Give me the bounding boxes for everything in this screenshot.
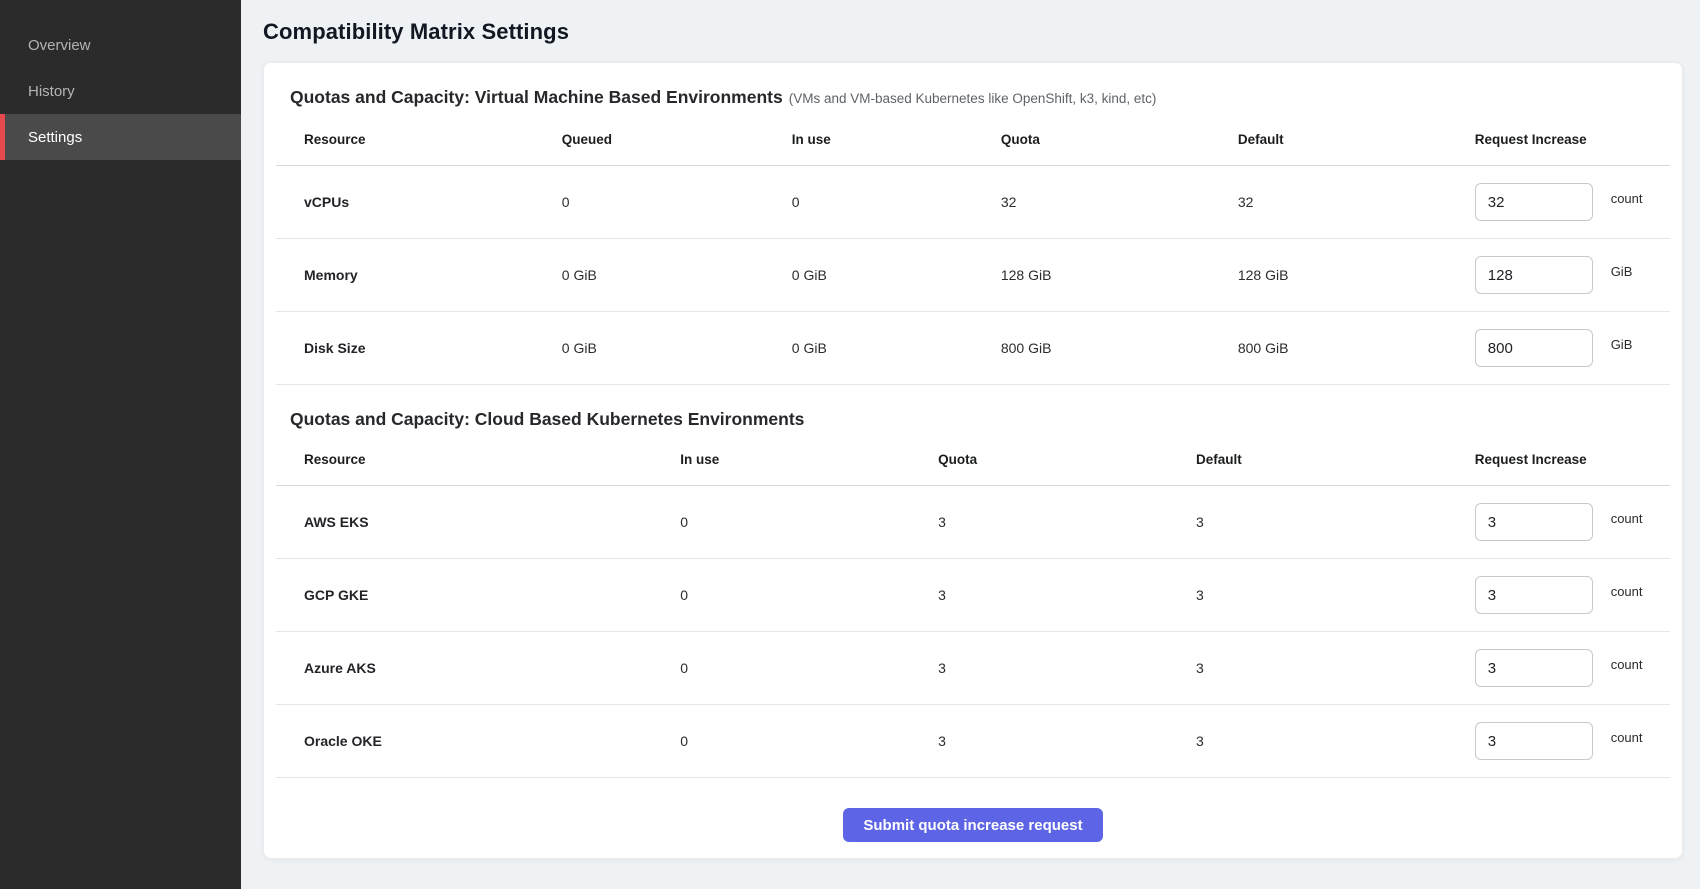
request-increase-input[interactable] [1475,183,1593,221]
unit-label: count [1611,584,1643,599]
column-header-quota: Quota [1001,116,1238,166]
column-header-request-increase: Request Increase [1475,442,1670,486]
in-use-cell: 0 GiB [792,239,1001,312]
request-increase-cell: GiB [1475,312,1670,385]
request-increase-input[interactable] [1475,329,1593,367]
request-increase-input[interactable] [1475,503,1593,541]
in-use-cell: 0 [680,559,938,632]
sidebar-item-label: Settings [28,129,82,146]
vm-section-heading: Quotas and Capacity: Virtual Machine Bas… [290,87,783,107]
resource-cell: vCPUs [276,166,562,239]
quota-cell: 128 GiB [1001,239,1238,312]
unit-label: GiB [1611,264,1633,279]
table-row-gcp-gke: GCP GKE 0 3 3 count [276,559,1670,632]
default-cell: 3 [1196,705,1475,778]
sidebar-item-overview[interactable]: Overview [0,22,241,68]
table-row-aws-eks: AWS EKS 0 3 3 count [276,486,1670,559]
resource-cell: Memory [276,239,562,312]
request-increase-cell: count [1475,632,1670,705]
in-use-cell: 0 [680,486,938,559]
resource-cell: Azure AKS [276,632,680,705]
column-header-default: Default [1238,116,1475,166]
main-content: Compatibility Matrix Settings Quotas and… [241,0,1700,889]
column-header-quota: Quota [938,442,1196,486]
unit-label: count [1611,730,1643,745]
table-row-memory: Memory 0 GiB 0 GiB 128 GiB 128 GiB GiB [276,239,1670,312]
settings-card: Quotas and Capacity: Virtual Machine Bas… [263,62,1683,859]
table-row-disk-size: Disk Size 0 GiB 0 GiB 800 GiB 800 GiB Gi… [276,312,1670,385]
default-cell: 3 [1196,559,1475,632]
column-header-default: Default [1196,442,1475,486]
request-increase-cell: count [1475,705,1670,778]
column-header-in-use: In use [792,116,1001,166]
column-header-queued: Queued [562,116,792,166]
default-cell: 3 [1196,486,1475,559]
sidebar-item-label: History [28,83,75,100]
column-header-resource: Resource [276,442,680,486]
unit-label: count [1611,657,1643,672]
quota-cell: 3 [938,486,1196,559]
sidebar: Overview History Settings [0,0,241,889]
in-use-cell: 0 [680,632,938,705]
request-increase-cell: count [1475,486,1670,559]
unit-label: count [1611,191,1643,206]
table-row-oracle-oke: Oracle OKE 0 3 3 count [276,705,1670,778]
request-increase-cell: count [1475,166,1670,239]
in-use-cell: 0 [680,705,938,778]
sidebar-nav: Overview History Settings [0,22,241,160]
resource-cell: Disk Size [276,312,562,385]
column-header-request-increase: Request Increase [1475,116,1670,166]
vm-section-subtitle: (VMs and VM-based Kubernetes like OpenSh… [789,91,1157,106]
request-increase-input[interactable] [1475,576,1593,614]
request-increase-input[interactable] [1475,722,1593,760]
in-use-cell: 0 GiB [792,312,1001,385]
resource-cell: GCP GKE [276,559,680,632]
page-title: Compatibility Matrix Settings [263,18,1683,46]
vm-section-title: Quotas and Capacity: Virtual Machine Bas… [276,87,1670,108]
sidebar-item-label: Overview [28,37,91,54]
default-cell: 800 GiB [1238,312,1475,385]
quota-cell: 800 GiB [1001,312,1238,385]
resource-cell: AWS EKS [276,486,680,559]
vm-quotas-section: Quotas and Capacity: Virtual Machine Bas… [276,87,1670,385]
resource-cell: Oracle OKE [276,705,680,778]
sidebar-item-settings[interactable]: Settings [0,114,241,160]
vm-quotas-table: Resource Queued In use Quota Default Req… [276,116,1670,385]
cloud-quotas-table: Resource In use Quota Default Request In… [276,442,1670,778]
request-increase-input[interactable] [1475,649,1593,687]
cloud-section-heading: Quotas and Capacity: Cloud Based Kuberne… [290,409,804,429]
sidebar-item-history[interactable]: History [0,68,241,114]
submit-row: Submit quota increase request [276,778,1670,842]
column-header-in-use: In use [680,442,938,486]
queued-cell: 0 GiB [562,239,792,312]
default-cell: 32 [1238,166,1475,239]
cloud-table-header-row: Resource In use Quota Default Request In… [276,442,1670,486]
table-row-azure-aks: Azure AKS 0 3 3 count [276,632,1670,705]
submit-quota-button[interactable]: Submit quota increase request [843,808,1102,842]
quota-cell: 3 [938,705,1196,778]
unit-label: GiB [1611,337,1633,352]
vm-table-header-row: Resource Queued In use Quota Default Req… [276,116,1670,166]
quota-cell: 32 [1001,166,1238,239]
column-header-resource: Resource [276,116,562,166]
request-increase-cell: count [1475,559,1670,632]
quota-cell: 3 [938,559,1196,632]
quota-cell: 3 [938,632,1196,705]
default-cell: 128 GiB [1238,239,1475,312]
cloud-quotas-section: Quotas and Capacity: Cloud Based Kuberne… [276,409,1670,778]
active-indicator [0,114,5,160]
unit-label: count [1611,511,1643,526]
table-row-vcpus: vCPUs 0 0 32 32 count [276,166,1670,239]
request-increase-input[interactable] [1475,256,1593,294]
request-increase-cell: GiB [1475,239,1670,312]
queued-cell: 0 [562,166,792,239]
queued-cell: 0 GiB [562,312,792,385]
default-cell: 3 [1196,632,1475,705]
in-use-cell: 0 [792,166,1001,239]
cloud-section-title: Quotas and Capacity: Cloud Based Kuberne… [276,409,1670,430]
